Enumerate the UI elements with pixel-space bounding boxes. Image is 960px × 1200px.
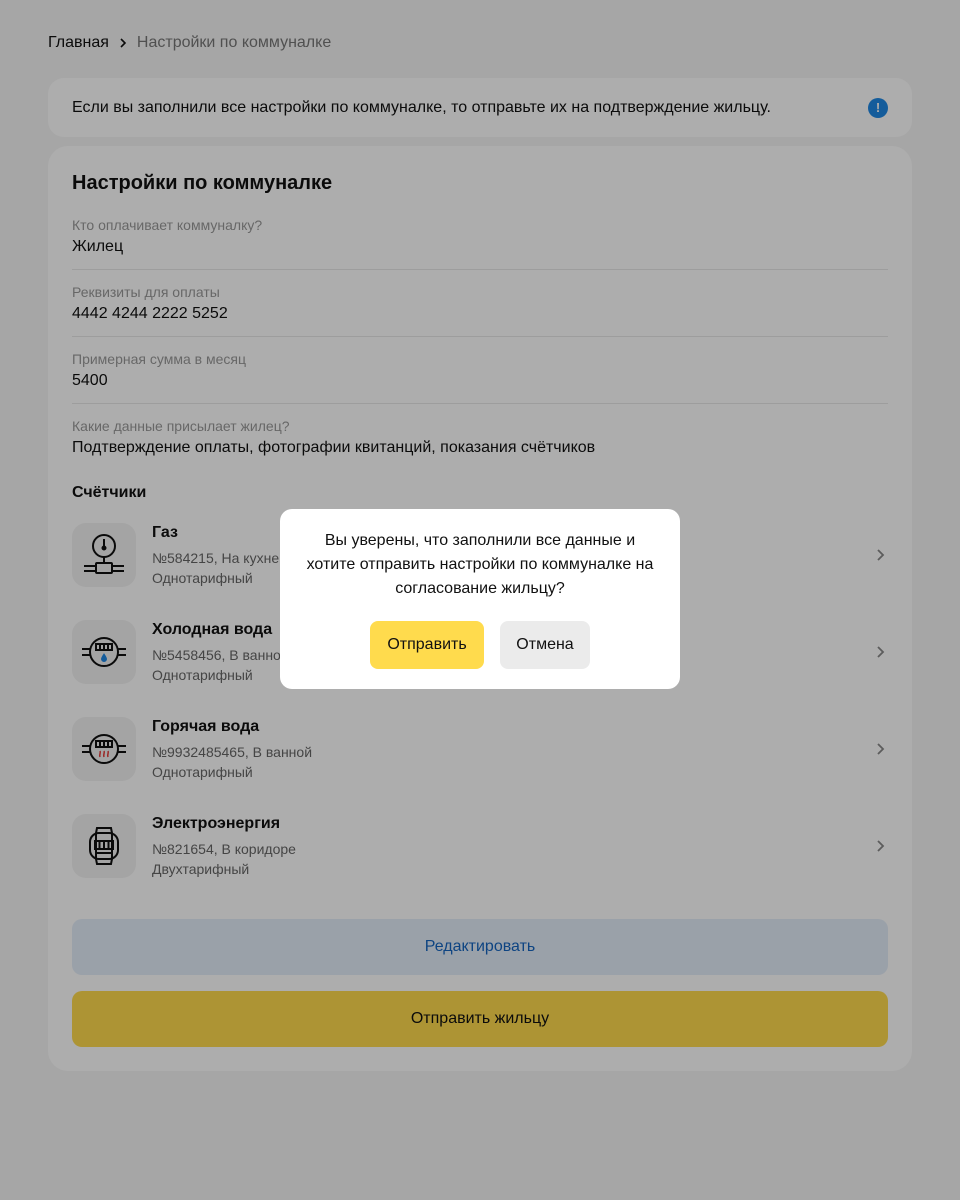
confirm-dialog: Вы уверены, что заполнили все данные и х… — [280, 509, 680, 689]
cancel-button[interactable]: Отмена — [500, 621, 590, 669]
page: Главная Настройки по коммуналке Если вы … — [0, 0, 960, 1200]
dialog-actions: Отправить Отмена — [280, 621, 680, 669]
dialog-message: Вы уверены, что заполнили все данные и х… — [306, 532, 654, 597]
confirm-send-button[interactable]: Отправить — [370, 621, 484, 669]
